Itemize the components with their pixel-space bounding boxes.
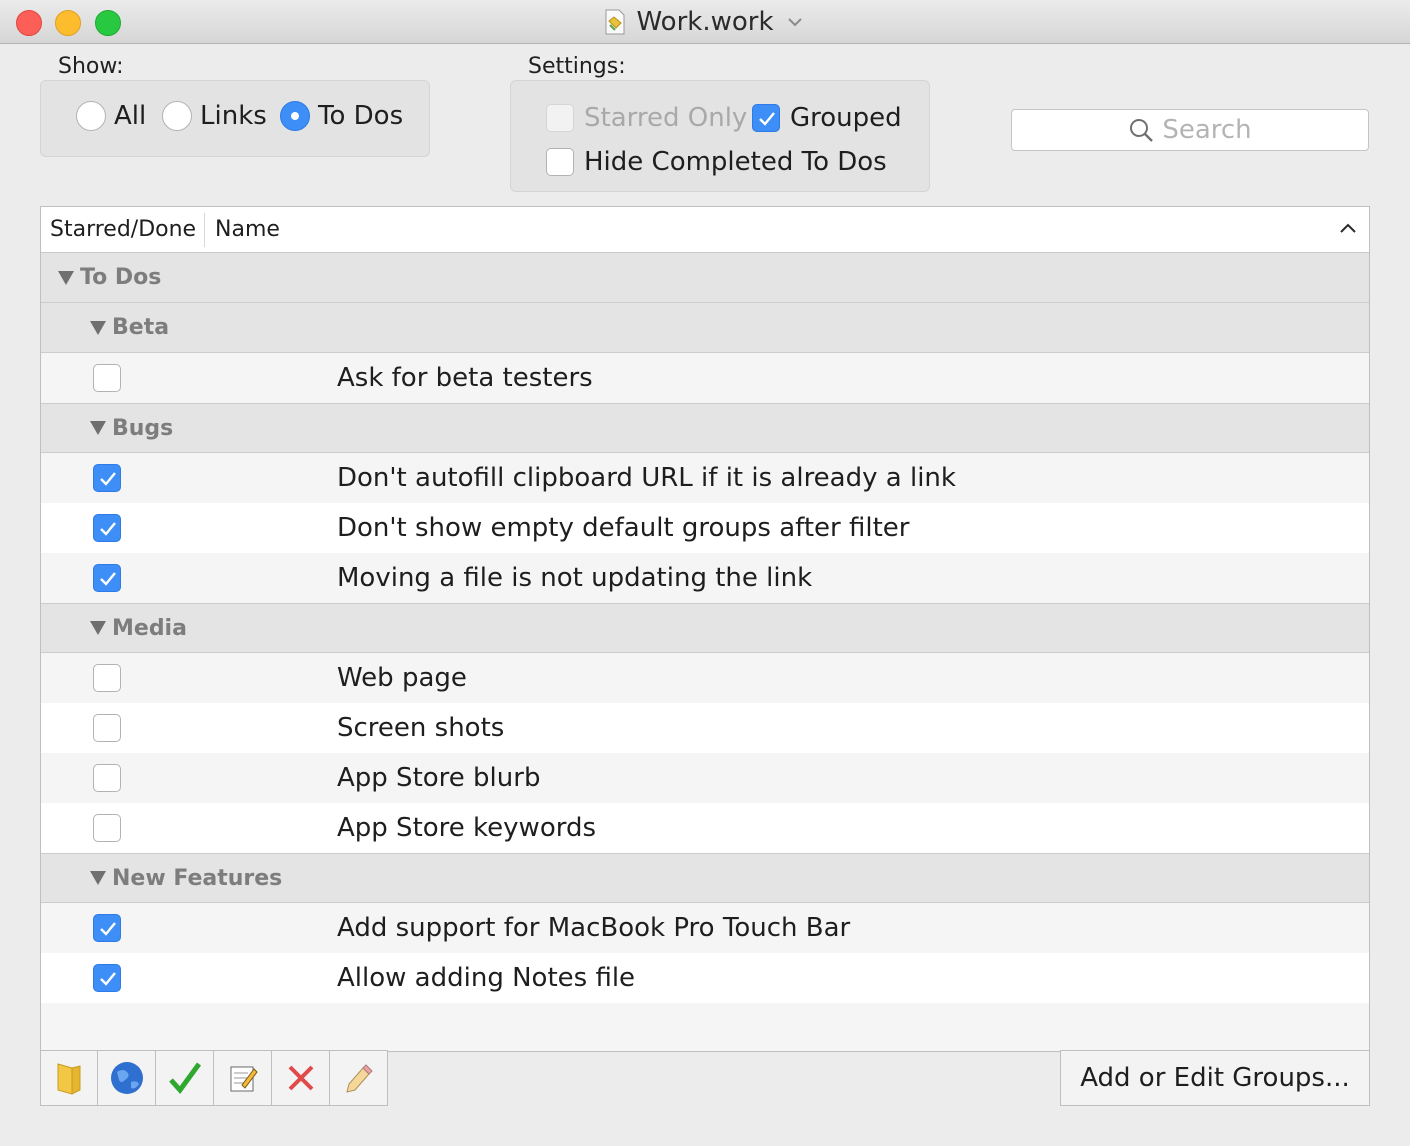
search-field[interactable]: Search: [1011, 109, 1369, 151]
radio-todos-label: To Dos: [318, 101, 404, 131]
mark-done-button[interactable]: [156, 1050, 214, 1106]
done-checkbox[interactable]: [93, 764, 121, 792]
done-checkbox[interactable]: [93, 664, 121, 692]
group-header-label: Bugs: [112, 415, 174, 441]
open-web-button[interactable]: [98, 1050, 156, 1106]
done-checkbox[interactable]: [93, 814, 121, 842]
grouped-label: Grouped: [790, 103, 902, 133]
window-title: Work.work: [636, 7, 774, 37]
delete-x-icon: [288, 1065, 313, 1091]
todo-name: Don't show empty default groups after fi…: [337, 513, 910, 543]
disclosure-triangle-icon[interactable]: [90, 621, 106, 635]
search-placeholder: Search: [1162, 115, 1252, 145]
bottom-toolbar: [40, 1050, 388, 1106]
group-header-root[interactable]: To Dos: [41, 253, 1369, 303]
done-checkbox[interactable]: [93, 464, 121, 492]
add-or-edit-groups-button[interactable]: Add or Edit Groups...: [1060, 1050, 1370, 1106]
column-header-name[interactable]: Name: [205, 217, 280, 242]
radio-links[interactable]: Links: [162, 101, 267, 131]
group-header-label: Media: [112, 615, 187, 641]
radio-todos[interactable]: To Dos: [280, 101, 403, 131]
radio-all[interactable]: All: [76, 101, 146, 131]
table-row[interactable]: Moving a file is not updating the link: [41, 553, 1369, 603]
starred-only-label: Starred Only: [584, 103, 748, 133]
radio-all-button[interactable]: [76, 101, 106, 131]
disclosure-triangle-icon[interactable]: [58, 270, 74, 285]
todo-name: App Store blurb: [337, 763, 541, 793]
table-row[interactable]: App Store keywords: [41, 803, 1369, 853]
checkmark-icon: [100, 472, 116, 486]
group-header[interactable]: Bugs: [41, 403, 1369, 453]
edit-button[interactable]: [330, 1050, 388, 1106]
done-checkbox[interactable]: [93, 964, 121, 992]
checkmark-icon: [100, 572, 116, 586]
checkmark-icon: [759, 112, 775, 126]
todo-name: Allow adding Notes file: [337, 963, 636, 993]
radio-links-label: Links: [200, 101, 267, 131]
done-checkbox[interactable]: [93, 564, 121, 592]
radio-links-button[interactable]: [162, 101, 192, 131]
done-checkbox[interactable]: [93, 714, 121, 742]
starred-only-box: [546, 104, 574, 132]
settings-label: Settings:: [528, 54, 626, 79]
table-row[interactable]: Don't autofill clipboard URL if it is al…: [41, 453, 1369, 503]
delete-button[interactable]: [272, 1050, 330, 1106]
column-header-starred-done[interactable]: Starred/Done: [41, 212, 205, 247]
todo-name: Screen shots: [337, 713, 505, 743]
group-header[interactable]: Beta: [41, 303, 1369, 353]
window-title-area[interactable]: Work.work: [0, 0, 1410, 44]
group-header-label: Beta: [112, 315, 170, 340]
sort-ascending-icon[interactable]: [1339, 221, 1357, 235]
search-icon: [1130, 119, 1154, 142]
folder-icon: [57, 1063, 81, 1095]
table-row[interactable]: Ask for beta testers: [41, 353, 1369, 403]
pencil-icon: [345, 1064, 373, 1093]
radio-todos-button[interactable]: [280, 101, 310, 131]
todo-name: App Store keywords: [337, 813, 597, 843]
disclosure-triangle-icon[interactable]: [90, 421, 106, 435]
add-note-button[interactable]: [214, 1050, 272, 1106]
todo-name: Ask for beta testers: [337, 363, 593, 393]
checkmark-icon: [100, 922, 116, 936]
grouped-box[interactable]: [752, 104, 780, 132]
todo-name: Don't autofill clipboard URL if it is al…: [337, 463, 956, 493]
hide-completed-checkbox[interactable]: Hide Completed To Dos: [546, 147, 887, 177]
grouped-checkbox[interactable]: Grouped: [752, 103, 902, 133]
todo-table[interactable]: Starred/Done Name To Dos Beta Ask for beta…: [40, 206, 1370, 1052]
todo-name: Web page: [337, 663, 467, 693]
globe-icon: [110, 1062, 143, 1094]
table-row[interactable]: Screen shots: [41, 703, 1369, 753]
table-header: Starred/Done Name: [41, 207, 1369, 253]
hide-completed-box[interactable]: [546, 148, 574, 176]
checkmark-icon: [100, 972, 116, 986]
done-checkbox[interactable]: [93, 364, 121, 392]
todo-name: Moving a file is not updating the link: [337, 563, 813, 593]
todo-name: Add support for MacBook Pro Touch Bar: [337, 913, 851, 943]
checkmark-icon: [100, 522, 116, 536]
hide-completed-label: Hide Completed To Dos: [584, 147, 887, 177]
group-header-label: New Features: [112, 865, 283, 891]
table-body: To Dos Beta Ask for beta testers Bugs Don't …: [41, 253, 1369, 1003]
disclosure-triangle-icon[interactable]: [90, 871, 106, 885]
starred-only-checkbox: Starred Only: [546, 103, 747, 133]
group-header[interactable]: Media: [41, 603, 1369, 653]
notepad-icon: [230, 1066, 258, 1092]
document-app-icon: [605, 9, 625, 35]
table-row[interactable]: Add support for MacBook Pro Touch Bar: [41, 903, 1369, 953]
radio-all-label: All: [114, 101, 147, 131]
table-row[interactable]: Allow adding Notes file: [41, 953, 1369, 1003]
title-bar: Work.work: [0, 0, 1410, 44]
disclosure-triangle-icon[interactable]: [90, 320, 106, 335]
group-header-label: To Dos: [80, 265, 162, 290]
checkmark-icon: [168, 1062, 201, 1094]
table-row[interactable]: App Store blurb: [41, 753, 1369, 803]
show-label: Show:: [58, 54, 124, 79]
table-row[interactable]: Web page: [41, 653, 1369, 703]
table-row[interactable]: Don't show empty default groups after fi…: [41, 503, 1369, 553]
group-header[interactable]: New Features: [41, 853, 1369, 903]
open-folder-button[interactable]: [40, 1050, 98, 1106]
chevron-down-icon[interactable]: [784, 11, 806, 33]
done-checkbox[interactable]: [93, 914, 121, 942]
done-checkbox[interactable]: [93, 514, 121, 542]
